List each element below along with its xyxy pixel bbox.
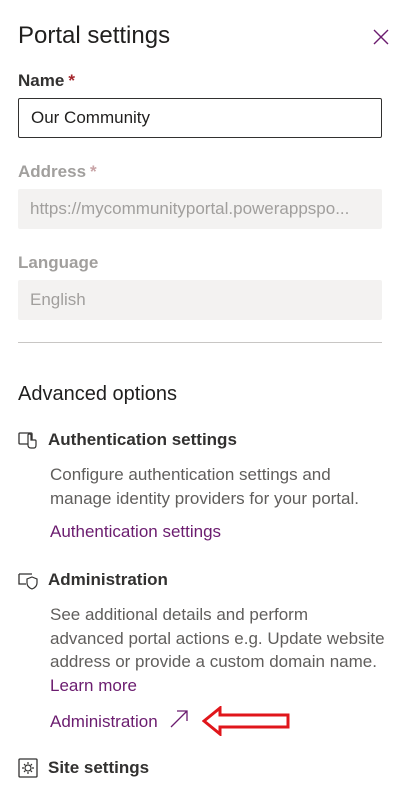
authentication-settings-heading: Authentication settings: [48, 430, 237, 449]
required-mark: *: [68, 71, 75, 90]
name-label: Name *: [18, 71, 75, 90]
advanced-options-title: Advanced options: [18, 383, 178, 405]
administration-link-row[interactable]: Administration: [50, 709, 190, 732]
administration-icon: [18, 573, 38, 590]
divider: [18, 342, 382, 343]
annotation-arrow-icon: [202, 706, 290, 736]
site-settings-heading: Site settings: [48, 758, 150, 777]
address-input: https://mycommunityportal.powerappspo...: [18, 189, 382, 229]
authentication-icon: [18, 432, 37, 449]
authentication-settings-link[interactable]: Authentication settings: [50, 522, 221, 542]
learn-more-link[interactable]: Learn more: [50, 676, 137, 695]
administration-heading: Administration: [48, 570, 168, 589]
close-icon[interactable]: [372, 28, 390, 46]
required-mark: *: [90, 162, 97, 181]
language-label: Language: [18, 253, 99, 272]
panel-title: Portal settings: [18, 22, 171, 49]
administration-link[interactable]: Administration: [50, 712, 158, 731]
site-settings-icon: [18, 758, 38, 778]
open-external-icon: [170, 710, 189, 728]
address-label: Address *: [18, 162, 97, 181]
name-input[interactable]: Our Community: [18, 98, 382, 138]
language-select: English: [18, 280, 382, 320]
authentication-description: Configure authentication settings and ma…: [50, 465, 359, 508]
administration-description: See additional details and perform advan…: [50, 605, 385, 695]
